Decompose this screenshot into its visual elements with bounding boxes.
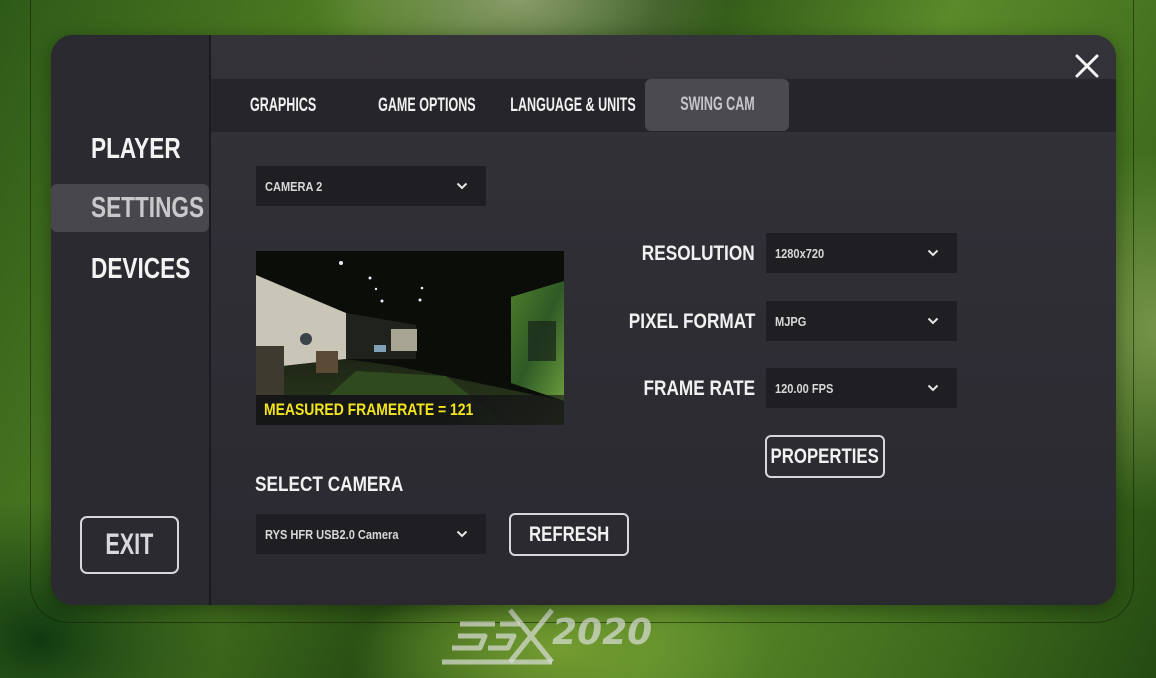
tab-label: SWING CAM xyxy=(679,94,755,115)
close-icon[interactable] xyxy=(1074,53,1100,79)
sidebar-item-label: DEVICES xyxy=(91,252,191,285)
sidebar-item-label: PLAYER xyxy=(91,132,181,165)
sidebar-item-label: SETTINGS xyxy=(91,191,205,224)
tab-graphics[interactable]: GRAPHICS xyxy=(225,79,341,132)
chevron-down-icon xyxy=(927,384,939,392)
frame-rate-value: 120.00 FPS xyxy=(775,380,834,396)
resolution-label-text: RESOLUTION xyxy=(642,242,755,265)
tab-bar: GRAPHICS GAME OPTIONS LANGUAGE & UNITS S… xyxy=(211,79,1116,132)
frame-rate-label: FRAME RATE xyxy=(555,377,755,401)
exit-button[interactable]: EXIT xyxy=(80,516,179,574)
chevron-down-icon xyxy=(927,317,939,325)
pixel-format-value: MJPG xyxy=(775,313,807,329)
resolution-dropdown[interactable]: 1280x720 xyxy=(766,233,957,273)
settings-content: GRAPHICS GAME OPTIONS LANGUAGE & UNITS S… xyxy=(211,35,1116,605)
exit-label: EXIT xyxy=(105,528,154,561)
select-camera-dropdown[interactable]: RYS HFR USB2.0 Camera xyxy=(256,514,486,554)
sidebar-item-settings[interactable]: SETTINGS xyxy=(51,184,209,232)
chevron-down-icon xyxy=(456,530,468,538)
pixel-format-dropdown[interactable]: MJPG xyxy=(766,301,957,341)
fsx-2020-logo: 2020 xyxy=(442,608,652,665)
camera-slot-dropdown[interactable]: CAMERA 2 xyxy=(256,166,486,206)
camera-slot-value: CAMERA 2 xyxy=(265,178,323,194)
resolution-value: 1280x720 xyxy=(775,245,825,261)
pixel-format-label-text: PIXEL FORMAT xyxy=(628,310,755,333)
frame-rate-label-text: FRAME RATE xyxy=(643,377,755,400)
select-camera-heading-text: SELECT CAMERA xyxy=(255,473,404,496)
refresh-button[interactable]: REFRESH xyxy=(509,513,629,556)
sidebar-item-player[interactable]: PLAYER xyxy=(51,125,209,173)
sidebar: PLAYER SETTINGS DEVICES EXIT xyxy=(51,35,211,605)
tab-label: GAME OPTIONS xyxy=(378,94,476,116)
tab-language-units[interactable]: LANGUAGE & UNITS xyxy=(505,79,641,132)
tab-label: GRAPHICS xyxy=(249,94,317,116)
tab-swing-cam[interactable]: SWING CAM xyxy=(645,79,789,131)
properties-button[interactable]: PROPERTIES xyxy=(765,435,885,478)
settings-dialog: PLAYER SETTINGS DEVICES EXIT GRAPHICS GA… xyxy=(51,35,1116,605)
refresh-label: REFRESH xyxy=(528,522,610,546)
measured-framerate-label: MEASURED FRAMERATE = 121 xyxy=(256,395,564,425)
select-camera-value: RYS HFR USB2.0 Camera xyxy=(265,526,399,542)
camera-preview: MEASURED FRAMERATE = 121 xyxy=(256,251,564,425)
measured-framerate-text: MEASURED FRAMERATE = 121 xyxy=(264,400,474,419)
resolution-label: RESOLUTION xyxy=(555,242,755,266)
select-camera-heading: SELECT CAMERA xyxy=(255,473,436,497)
properties-label: PROPERTIES xyxy=(770,444,880,468)
tab-game-options[interactable]: GAME OPTIONS xyxy=(371,79,483,132)
tab-label: LANGUAGE & UNITS xyxy=(510,94,636,116)
frame-rate-dropdown[interactable]: 120.00 FPS xyxy=(766,368,957,408)
chevron-down-icon xyxy=(927,249,939,257)
chevron-down-icon xyxy=(456,182,468,190)
pixel-format-label: PIXEL FORMAT xyxy=(555,310,755,334)
sidebar-item-devices[interactable]: DEVICES xyxy=(51,245,209,293)
logo-year-text: 2020 xyxy=(552,612,652,653)
